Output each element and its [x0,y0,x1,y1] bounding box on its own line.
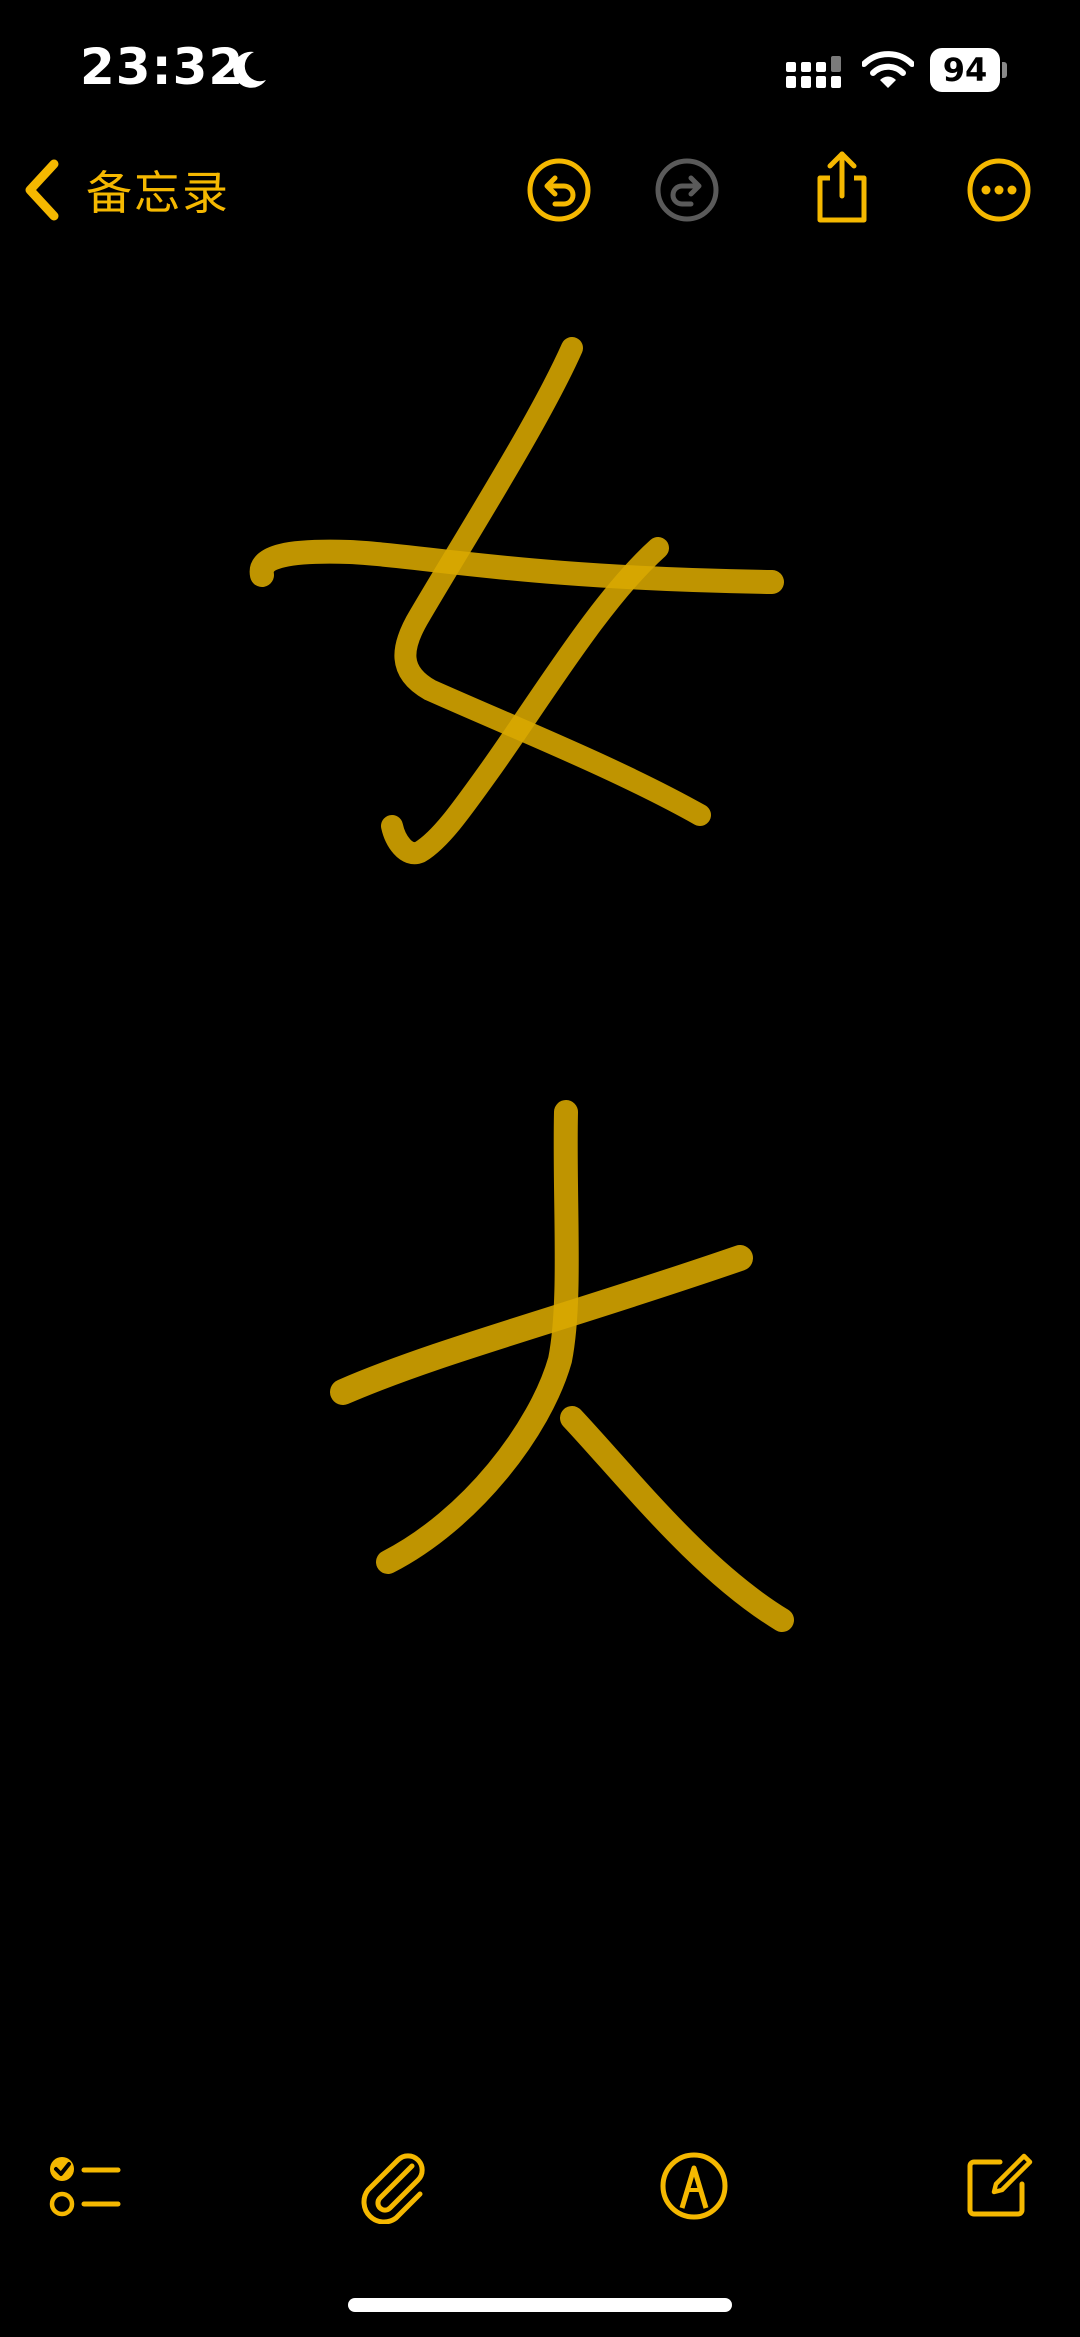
wifi-icon [862,51,914,88]
battery-icon: 94 [930,48,1007,92]
moon-icon [233,51,266,88]
markup-pen-icon[interactable] [656,2148,732,2224]
nav-bar: 备忘录 [0,140,1080,240]
ink-stroke [560,1406,794,1632]
ink-stroke [330,1245,753,1405]
battery-level: 94 [930,48,1000,92]
bottom-toolbar [0,2140,1080,2230]
back-label: 备忘录 [86,166,230,220]
drawing-canvas[interactable] [0,260,1080,2080]
paperclip-icon[interactable] [354,2148,430,2224]
undo-icon[interactable] [525,156,593,224]
chevron-left-icon [25,159,59,221]
more-options-icon[interactable] [965,156,1033,224]
ink-stroke [249,539,784,594]
redo-icon[interactable] [653,156,721,224]
status-time: 23:32 [80,38,245,96]
compose-icon[interactable] [960,2148,1036,2224]
battery-cap [1002,62,1007,78]
home-indicator[interactable] [348,2298,732,2312]
cellular-signal-icon [786,56,841,88]
back-button[interactable]: 备忘录 [20,150,230,230]
share-icon[interactable] [810,148,874,226]
status-bar: 23:32 94 [0,0,1080,140]
checklist-icon[interactable] [48,2148,122,2224]
